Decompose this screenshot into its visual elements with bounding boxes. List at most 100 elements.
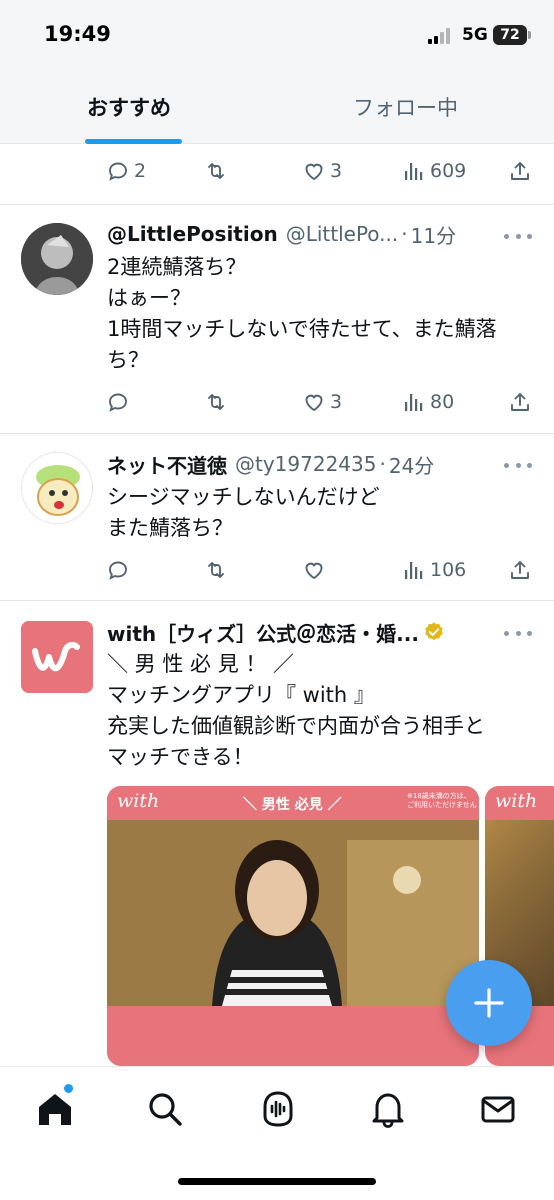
battery-icon: 72 (493, 25, 531, 45)
like-count: 3 (330, 160, 343, 182)
nav-home[interactable] (35, 1089, 75, 1129)
tweet-line: 充実した価値観診断で内面が合う相手と (107, 714, 485, 738)
avatar[interactable] (21, 452, 93, 524)
tab-following[interactable]: フォロー中 (353, 92, 458, 122)
tweet-line: はぁー？ (107, 286, 191, 310)
tweet-actions: 3 80 (106, 389, 536, 415)
home-indicator (178, 1178, 376, 1185)
heart-icon (305, 394, 323, 412)
share-icon (511, 393, 529, 411)
tweet-line: ち？ (107, 348, 149, 372)
tweet-text: 2連続鯖落ち？ はぁー？ 1時間マッチしないで待たせて、また鯖落 ち？ (107, 252, 537, 376)
reply-icon (109, 162, 127, 181)
tab-indicator (85, 139, 182, 144)
user-handle[interactable]: @ty19722435 (235, 452, 376, 476)
like-button[interactable] (302, 557, 326, 583)
ad-media-card[interactable]: with ＼ 男性 必見 ／ ※18歳未満の方は、 ご利用いただけません (107, 786, 479, 1066)
more-options-button[interactable] (504, 226, 532, 246)
share-icon (511, 561, 529, 579)
media-header: with ＼ 男性 必見 ／ ※18歳未満の方は、 ご利用いただけません (107, 786, 479, 820)
compose-button[interactable] (446, 960, 532, 1046)
heart-icon (305, 562, 323, 580)
tweet-line: シージマッチしないんだけど (107, 485, 380, 509)
user-handle[interactable]: @LittlePo... (286, 222, 399, 246)
tweet-time[interactable]: 24分 (389, 450, 434, 478)
status-bar: 19:49 5G 72 (0, 0, 554, 70)
tweet-line: また鯖落ち？ (107, 516, 233, 540)
reply-button[interactable] (106, 557, 130, 583)
ad-photo (107, 820, 479, 1006)
nav-search[interactable] (145, 1089, 185, 1129)
views-count: 609 (430, 160, 467, 182)
tweet-line: マッチできる！ (107, 745, 254, 769)
more-options-button[interactable] (504, 455, 532, 475)
views-button[interactable]: 80 (402, 389, 454, 415)
status-time: 19:49 (44, 22, 111, 46)
avatar-image (22, 453, 92, 523)
reply-count: 2 (134, 160, 147, 182)
share-icon (511, 162, 529, 180)
media-logo: with (117, 790, 160, 812)
repost-button[interactable] (204, 158, 228, 184)
like-button[interactable]: 3 (302, 389, 342, 415)
media-header: with (485, 786, 554, 820)
tweet-time[interactable]: 11分 (411, 220, 456, 248)
media-footer (107, 1006, 479, 1066)
share-button[interactable] (508, 557, 532, 583)
views-button[interactable]: 106 (402, 557, 466, 583)
tweet-text: シージマッチしないんだけど また鯖落ち？ (107, 482, 537, 544)
divider (0, 600, 554, 601)
with-logo-icon (21, 621, 93, 693)
repost-button[interactable] (204, 389, 228, 415)
more-options-button[interactable] (504, 623, 532, 643)
avatar[interactable] (21, 621, 93, 693)
reply-button[interactable]: 2 (106, 158, 146, 184)
repost-icon (208, 562, 224, 578)
avatar[interactable] (21, 223, 93, 295)
repost-icon (208, 163, 224, 179)
search-icon (149, 1093, 182, 1126)
nav-spaces[interactable] (258, 1089, 298, 1129)
repost-button[interactable] (204, 557, 228, 583)
display-name[interactable]: @LittlePosition (107, 222, 278, 246)
display-name[interactable]: ネット不道徳 (107, 450, 227, 478)
media-banner: ＼ 男性 必見 ／ (243, 797, 342, 813)
network-label: 5G (462, 25, 488, 45)
reply-icon (109, 561, 127, 580)
signal-icon (428, 28, 454, 44)
reply-icon (109, 393, 127, 412)
repost-icon (208, 394, 224, 410)
tweet-header: with［ウィズ］公式＠恋活・婚... (107, 618, 497, 646)
views-icon (405, 562, 423, 579)
home-icon (39, 1094, 71, 1125)
nav-messages[interactable] (478, 1089, 518, 1129)
views-icon (405, 394, 423, 411)
tweet-line: マッチングアプリ『 with 』 (107, 683, 375, 707)
tweet-actions: 2 3 609 (106, 158, 536, 184)
share-button[interactable] (508, 389, 532, 415)
tweet-header: @LittlePosition @LittlePo... · 11分 (107, 220, 532, 248)
tweet-header: ネット不道徳 @ty19722435 · 24分 (107, 450, 532, 478)
mail-icon (481, 1096, 515, 1123)
like-count: 3 (330, 391, 343, 413)
views-icon (405, 163, 423, 180)
tweet-line: 2連続鯖落ち？ (107, 255, 247, 279)
views-count: 80 (430, 391, 455, 413)
like-button[interactable]: 3 (302, 158, 342, 184)
tab-recommended[interactable]: おすすめ (87, 92, 171, 122)
nav-notifications[interactable] (368, 1089, 408, 1129)
views-button[interactable]: 609 (402, 158, 466, 184)
share-button[interactable] (508, 158, 532, 184)
divider (0, 204, 554, 205)
spaces-icon (263, 1091, 293, 1127)
heart-icon (305, 163, 323, 181)
tweet-actions: 106 (106, 557, 536, 583)
verified-badge-icon (425, 622, 443, 641)
tweet-line: ＼ 男 性 必 見 ！ ／ (107, 652, 295, 676)
avatar-image (21, 223, 93, 295)
display-name[interactable]: with［ウィズ］公式＠恋活・婚... (107, 618, 419, 646)
plus-icon (474, 988, 504, 1018)
tweet-text: ＼ 男 性 必 見 ！ ／ マッチングアプリ『 with 』 充実した価値観診断… (107, 649, 537, 773)
media-logo: with (495, 790, 538, 812)
reply-button[interactable] (106, 389, 130, 415)
